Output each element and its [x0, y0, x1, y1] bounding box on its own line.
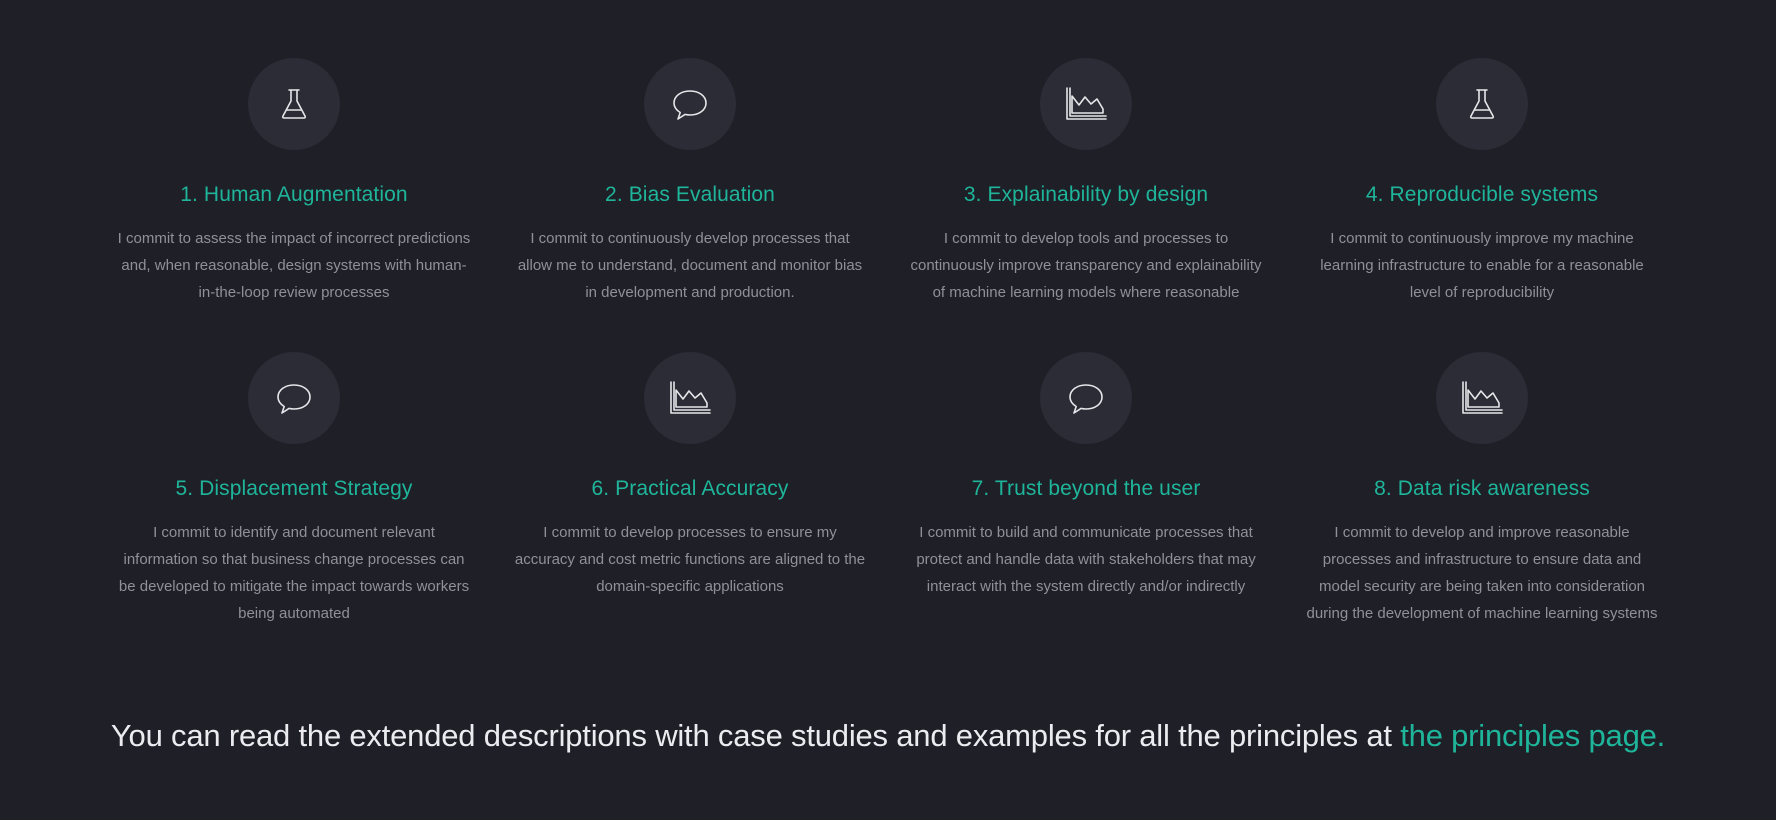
icon-badge: [1436, 352, 1528, 444]
principle-description: I commit to develop and improve reasonab…: [1306, 524, 1658, 622]
icon-badge: [248, 352, 340, 444]
speech-bubble-icon: [277, 384, 311, 414]
area-chart-icon: [1066, 87, 1107, 120]
principle-card: 1. Human Augmentation I commit to assess…: [96, 58, 492, 352]
principle-title: 7. Trust beyond the user: [971, 477, 1201, 500]
principle-description: I commit to assess the impact of incorre…: [117, 230, 471, 301]
area-chart-icon: [1462, 381, 1503, 414]
principle-description: I commit to continuously improve my mach…: [1320, 230, 1644, 301]
principle-card: 4. Reproducible systems I commit to cont…: [1284, 58, 1680, 352]
icon-badge: [644, 58, 736, 150]
principle-description: I commit to develop tools and processes …: [910, 230, 1262, 301]
principle-card: 6. Practical Accuracy I commit to develo…: [492, 352, 888, 642]
icon-badge: [1436, 58, 1528, 150]
icon-badge: [248, 58, 340, 150]
principle-title: 2. Bias Evaluation: [605, 183, 775, 206]
principle-title: 6. Practical Accuracy: [591, 477, 789, 500]
principle-description: I commit to build and communicate proces…: [916, 524, 1256, 595]
principle-title: 4. Reproducible systems: [1365, 183, 1599, 206]
principles-page-callout: You can read the extended descriptions w…: [0, 718, 1776, 754]
speech-bubble-icon: [673, 90, 707, 120]
speech-bubble-icon: [1069, 384, 1103, 414]
principle-card: 7. Trust beyond the user I commit to bui…: [888, 352, 1284, 642]
principle-title: 3. Explainability by design: [963, 183, 1209, 206]
principle-card: 3. Explainability by design I commit to …: [888, 58, 1284, 352]
principle-title: 5. Displacement Strategy: [175, 477, 413, 500]
icon-badge: [1040, 58, 1132, 150]
principles-page-link[interactable]: the principles page.: [1400, 718, 1665, 753]
principles-grid: 1. Human Augmentation I commit to assess…: [96, 58, 1680, 642]
icon-badge: [644, 352, 736, 444]
principle-description: I commit to identify and document releva…: [118, 524, 470, 622]
principle-description: I commit to continuously develop process…: [517, 230, 863, 301]
principle-card: 2. Bias Evaluation I commit to continuou…: [492, 58, 888, 352]
principle-card: 5. Displacement Strategy I commit to ide…: [96, 352, 492, 642]
area-chart-icon: [670, 381, 711, 414]
principle-title: 1. Human Augmentation: [180, 183, 408, 206]
flask-icon: [281, 89, 307, 119]
principle-description: I commit to develop processes to ensure …: [514, 524, 866, 595]
callout-text: You can read the extended descriptions w…: [110, 718, 1401, 753]
principle-card: 8. Data risk awareness I commit to devel…: [1284, 352, 1680, 642]
icon-badge: [1040, 352, 1132, 444]
principle-title: 8. Data risk awareness: [1374, 477, 1590, 500]
flask-icon: [1469, 89, 1495, 119]
